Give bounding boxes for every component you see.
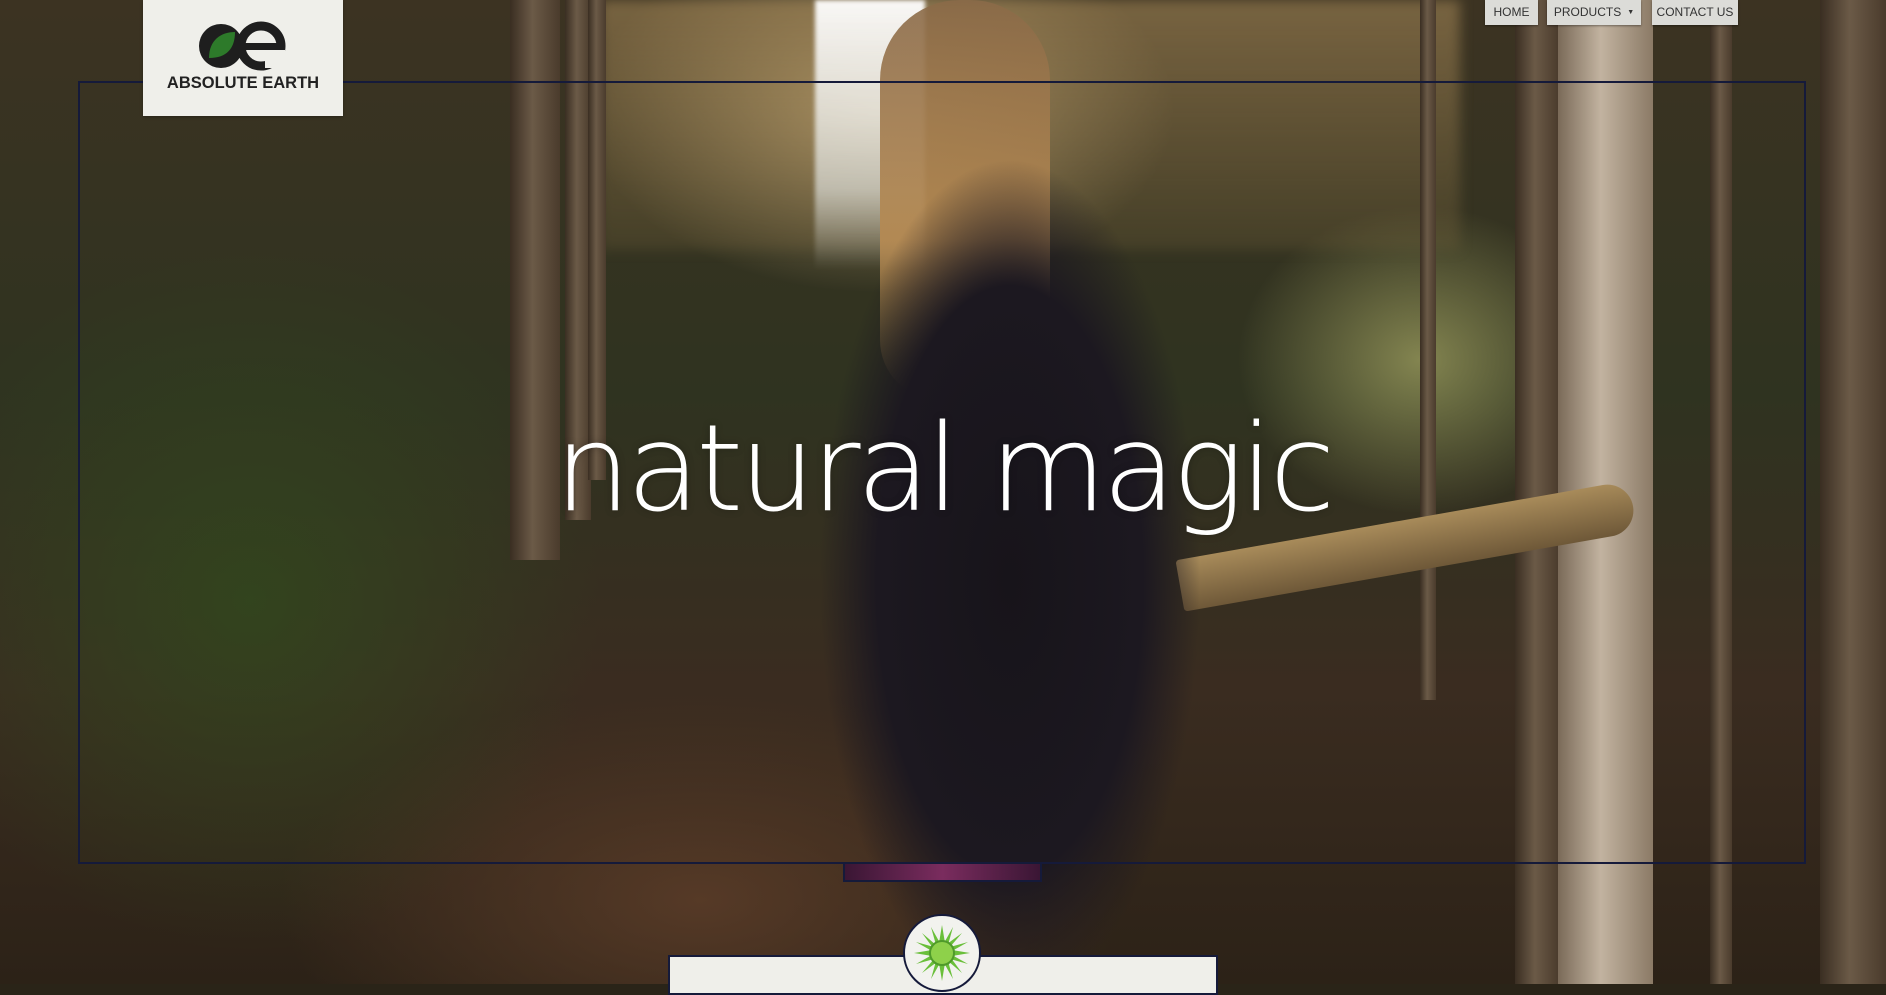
nav-home-label: HOME [1493, 5, 1530, 19]
site-logo[interactable]: ABSOLUTE EARTH [143, 0, 343, 116]
ae-leaf-icon [199, 21, 286, 71]
promo-strip [843, 862, 1042, 882]
nav-contact-label: CONTACT US [1656, 5, 1734, 19]
nav-products-label: PRODUCTS [1553, 5, 1622, 19]
nav-contact-us[interactable]: CONTACT US [1652, 0, 1738, 25]
logo-text: ABSOLUTE EARTH [166, 74, 320, 92]
sunburst-badge [903, 914, 981, 992]
hero-headline: natural magic [554, 400, 1336, 539]
nav-home[interactable]: HOME [1485, 0, 1538, 25]
green-sunburst-icon [914, 925, 970, 981]
caret-down-icon: ▼ [1627, 9, 1635, 16]
nav-products[interactable]: PRODUCTS ▼ [1547, 0, 1641, 25]
